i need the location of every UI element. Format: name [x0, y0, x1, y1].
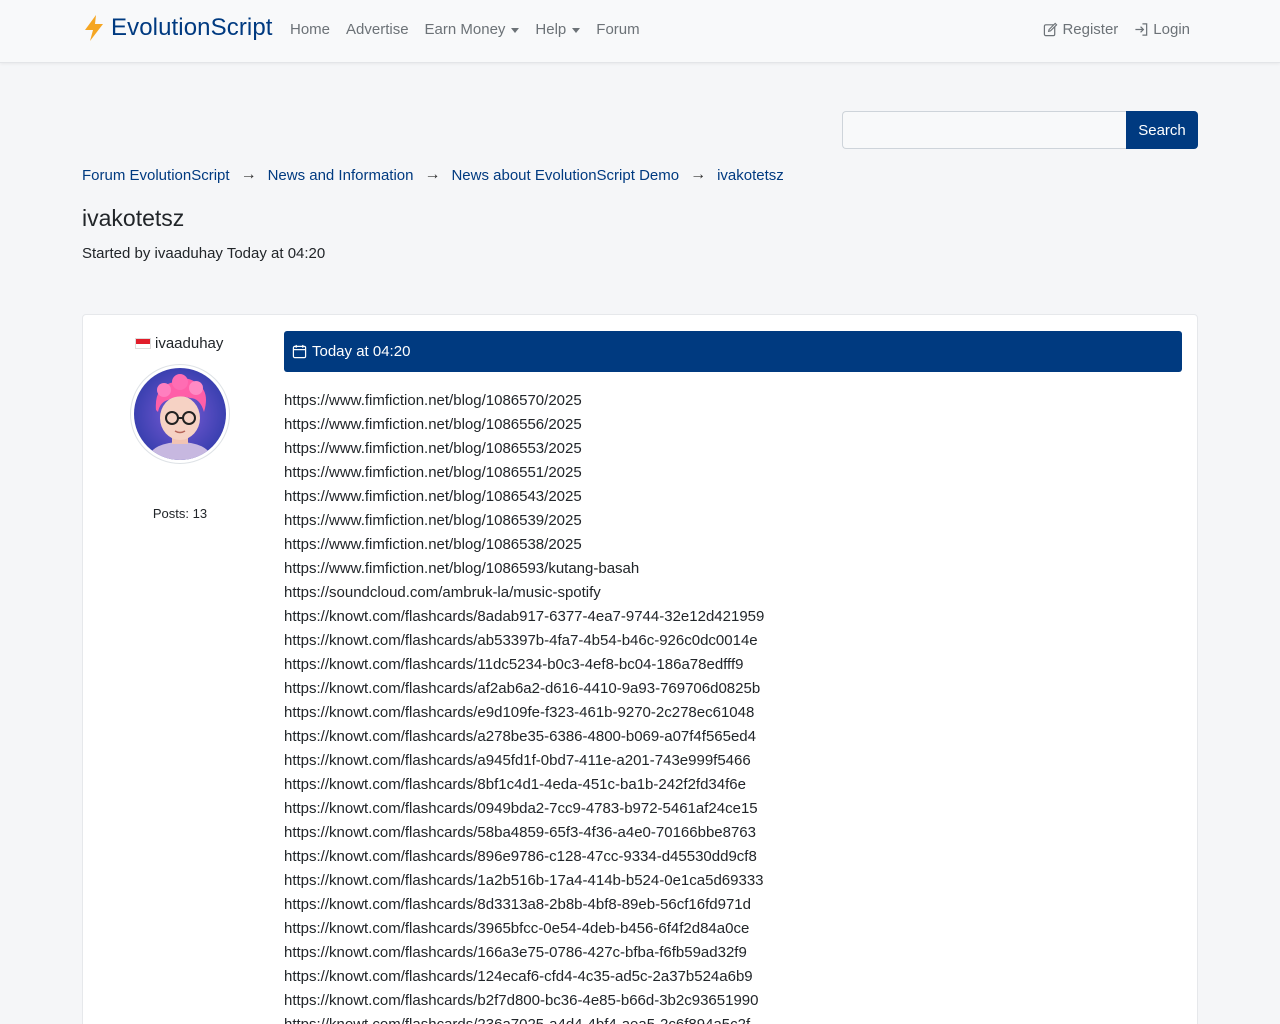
- calendar-icon: [292, 344, 307, 359]
- post-line: https://knowt.com/flashcards/e9d109fe-f3…: [284, 704, 755, 721]
- post-line: https://knowt.com/flashcards/236a7025-a4…: [284, 1013, 764, 1024]
- post-card: ivaaduhay Posts: 13 Today at 04:20 https…: [82, 314, 1198, 1024]
- topic-started-by: Started by ivaaduhay Today at 04:20: [82, 245, 326, 262]
- author-post-count: Posts: 13: [152, 506, 208, 521]
- lightning-icon: [85, 15, 103, 41]
- post-date: Today at 04:20: [312, 343, 411, 360]
- nav-forum[interactable]: Forum: [596, 21, 639, 38]
- main-nav: Home Advertise Earn Money Help Forum: [290, 21, 656, 38]
- edit-icon: [1044, 22, 1058, 37]
- login-link[interactable]: Login: [1134, 21, 1190, 38]
- post-line: https://knowt.com/flashcards/0949bda2-7c…: [284, 800, 758, 817]
- caret-down-icon: [572, 27, 581, 33]
- caret-down-icon: [511, 27, 520, 33]
- nav-advertise[interactable]: Advertise: [346, 21, 409, 38]
- post-body: https://www.fimfiction.net/blog/1086570/…: [284, 389, 764, 1024]
- search-form: Search: [842, 111, 1198, 149]
- breadcrumb-topic[interactable]: ivakotetsz: [717, 167, 784, 184]
- nav-help[interactable]: Help: [535, 21, 581, 38]
- avatar[interactable]: [130, 364, 230, 464]
- post-line: https://www.fimfiction.net/blog/1086570/…: [284, 392, 582, 409]
- breadcrumb: Forum EvolutionScript → News and Informa…: [82, 166, 784, 184]
- top-navbar: EvolutionScript Home Advertise Earn Mone…: [0, 0, 1280, 63]
- post-line: https://knowt.com/flashcards/11dc5234-b0…: [284, 656, 744, 673]
- arrow-right-icon: →: [424, 166, 441, 183]
- post-line: https://www.fimfiction.net/blog/1086556/…: [284, 416, 582, 433]
- post-line: https://knowt.com/flashcards/58ba4859-65…: [284, 824, 756, 841]
- breadcrumb-category[interactable]: News and Information: [268, 167, 414, 184]
- post-line: https://knowt.com/flashcards/1a2b516b-17…: [284, 872, 764, 889]
- login-label: Login: [1153, 21, 1190, 38]
- search-input[interactable]: [842, 111, 1126, 149]
- post-line: https://knowt.com/flashcards/124ecaf6-cf…: [284, 968, 753, 985]
- post-line: https://knowt.com/flashcards/b2f7d800-bc…: [284, 992, 759, 1009]
- post-line: https://knowt.com/flashcards/8d3313a8-2b…: [284, 896, 751, 913]
- account-nav: Register Login: [1027, 21, 1190, 38]
- post-line: https://knowt.com/flashcards/896e9786-c1…: [284, 848, 757, 865]
- page-title: ivakotetsz: [82, 205, 185, 231]
- arrow-right-icon: →: [240, 166, 257, 183]
- breadcrumb-board[interactable]: News about EvolutionScript Demo: [451, 167, 679, 184]
- brand-logo[interactable]: EvolutionScript: [82, 12, 273, 44]
- author-username: ivaaduhay: [155, 335, 224, 352]
- post-line: https://www.fimfiction.net/blog/1086593/…: [284, 560, 640, 577]
- nav-help-label: Help: [535, 21, 567, 38]
- post-line: https://www.fimfiction.net/blog/1086539/…: [284, 512, 582, 529]
- post-line: https://www.fimfiction.net/blog/1086551/…: [284, 464, 582, 481]
- author-name[interactable]: ivaaduhay: [135, 335, 223, 352]
- nav-earn-money-label: Earn Money: [424, 21, 506, 38]
- avatar-image: [134, 368, 226, 460]
- arrow-right-icon: →: [690, 166, 707, 183]
- post-header: Today at 04:20: [284, 331, 1182, 372]
- post-line: https://knowt.com/flashcards/a945fd1f-0b…: [284, 752, 751, 769]
- login-icon: [1135, 23, 1148, 36]
- post-line: https://knowt.com/flashcards/8adab917-63…: [284, 608, 765, 625]
- register-link[interactable]: Register: [1043, 21, 1118, 38]
- brand-name: EvolutionScript: [111, 14, 273, 41]
- country-flag-icon: [135, 338, 151, 349]
- post-line: https://soundcloud.com/ambruk-la/music-s…: [284, 584, 601, 601]
- post-line: https://knowt.com/flashcards/166a3e75-07…: [284, 944, 747, 961]
- post-line: https://knowt.com/flashcards/a278be35-63…: [284, 728, 756, 745]
- post-line: https://www.fimfiction.net/blog/1086543/…: [284, 488, 582, 505]
- register-label: Register: [1062, 21, 1119, 38]
- post-line: https://knowt.com/flashcards/8bf1c4d1-4e…: [284, 776, 746, 793]
- nav-home[interactable]: Home: [290, 21, 330, 38]
- post-line: https://knowt.com/flashcards/af2ab6a2-d6…: [284, 680, 761, 697]
- post-line: https://knowt.com/flashcards/ab53397b-4f…: [284, 632, 758, 649]
- nav-earn-money[interactable]: Earn Money: [425, 21, 520, 38]
- post-line: https://www.fimfiction.net/blog/1086538/…: [284, 536, 582, 553]
- post-line: https://knowt.com/flashcards/3965bfcc-0e…: [284, 920, 750, 937]
- breadcrumb-forum[interactable]: Forum EvolutionScript: [82, 167, 230, 184]
- post-line: https://www.fimfiction.net/blog/1086553/…: [284, 440, 582, 457]
- search-button[interactable]: Search: [1126, 111, 1198, 149]
